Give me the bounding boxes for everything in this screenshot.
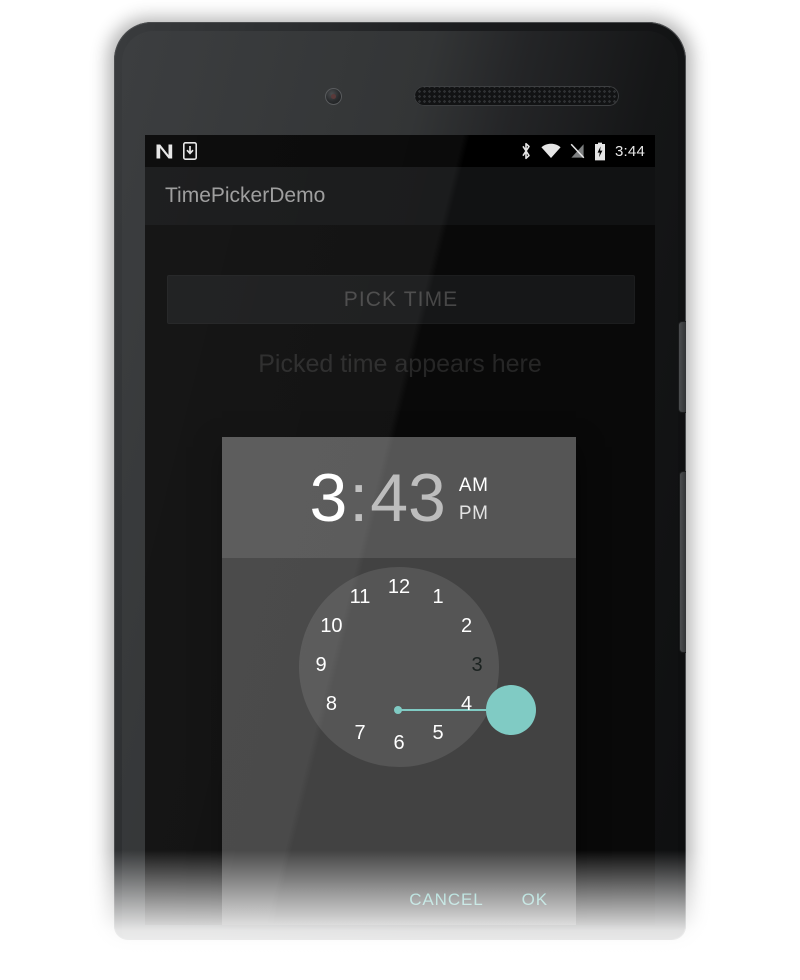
front-camera-icon [325, 88, 342, 105]
ok-button[interactable]: OK [516, 882, 554, 918]
clock-number-5[interactable]: 5 [423, 722, 453, 745]
clock-number-10[interactable]: 10 [316, 615, 346, 638]
app-content: PICK TIME Picked time appears here 3 : 4… [145, 225, 655, 925]
am-pm-toggle: AM PM [459, 472, 489, 527]
earpiece-speaker-grille [414, 86, 619, 106]
dialog-actions: CANCEL OK [222, 871, 576, 925]
status-bar-right-icons: 3:44 [520, 142, 645, 161]
minute-value[interactable]: 43 [370, 464, 446, 532]
clock-number-11[interactable]: 11 [345, 586, 375, 609]
status-bar-clock: 3:44 [615, 142, 645, 160]
clock-center-dot [394, 706, 402, 714]
phone-screen: 3:44 TimePickerDemo PICK TIME Picked tim… [145, 135, 655, 925]
app-bar: TimePickerDemo [145, 167, 655, 225]
clock-number-9[interactable]: 9 [306, 654, 336, 677]
clock-number-1[interactable]: 1 [423, 586, 453, 609]
download-indicator-icon [183, 142, 197, 160]
phone-device: 3:44 TimePickerDemo PICK TIME Picked tim… [114, 22, 686, 940]
app-title: TimePickerDemo [165, 184, 326, 207]
clock-face-area: 12 1 2 3 4 5 6 7 8 9 10 11 [222, 558, 576, 864]
bluetooth-icon [522, 142, 530, 160]
clock-number-8[interactable]: 8 [316, 693, 346, 716]
volume-rocker-button[interactable] [680, 472, 686, 652]
clock-number-12[interactable]: 12 [384, 576, 414, 599]
status-bar-left-icons [155, 142, 197, 160]
time-picker-dialog: 3 : 43 AM PM 12 1 2 3 4 5 6 7 8 9 10 11 … [222, 437, 576, 925]
cancel-button[interactable]: CANCEL [403, 882, 489, 918]
screenshot-stage: 3:44 TimePickerDemo PICK TIME Picked tim… [0, 0, 800, 980]
clock-number-4[interactable]: 4 [452, 693, 482, 716]
clock-number-6[interactable]: 6 [384, 732, 414, 755]
clock-number-2[interactable]: 2 [452, 615, 482, 638]
no-sim-signal-icon [570, 143, 585, 159]
hour-value[interactable]: 3 [309, 464, 347, 532]
clock-number-7[interactable]: 7 [345, 722, 375, 745]
clock-number-3[interactable]: 3 [462, 654, 492, 677]
am-option[interactable]: AM [459, 472, 489, 500]
wifi-icon [541, 143, 561, 158]
time-display: 3 : 43 AM PM [309, 464, 488, 532]
clock-hand [394, 685, 536, 735]
pm-option[interactable]: PM [459, 500, 489, 528]
power-button[interactable] [679, 322, 686, 412]
time-picker-header: 3 : 43 AM PM [222, 437, 576, 558]
selected-hour-marker[interactable] [486, 685, 536, 735]
android-n-logo-icon [156, 144, 173, 158]
time-separator: : [349, 459, 369, 536]
status-bar: 3:44 [145, 135, 655, 167]
battery-charging-icon [595, 142, 605, 160]
